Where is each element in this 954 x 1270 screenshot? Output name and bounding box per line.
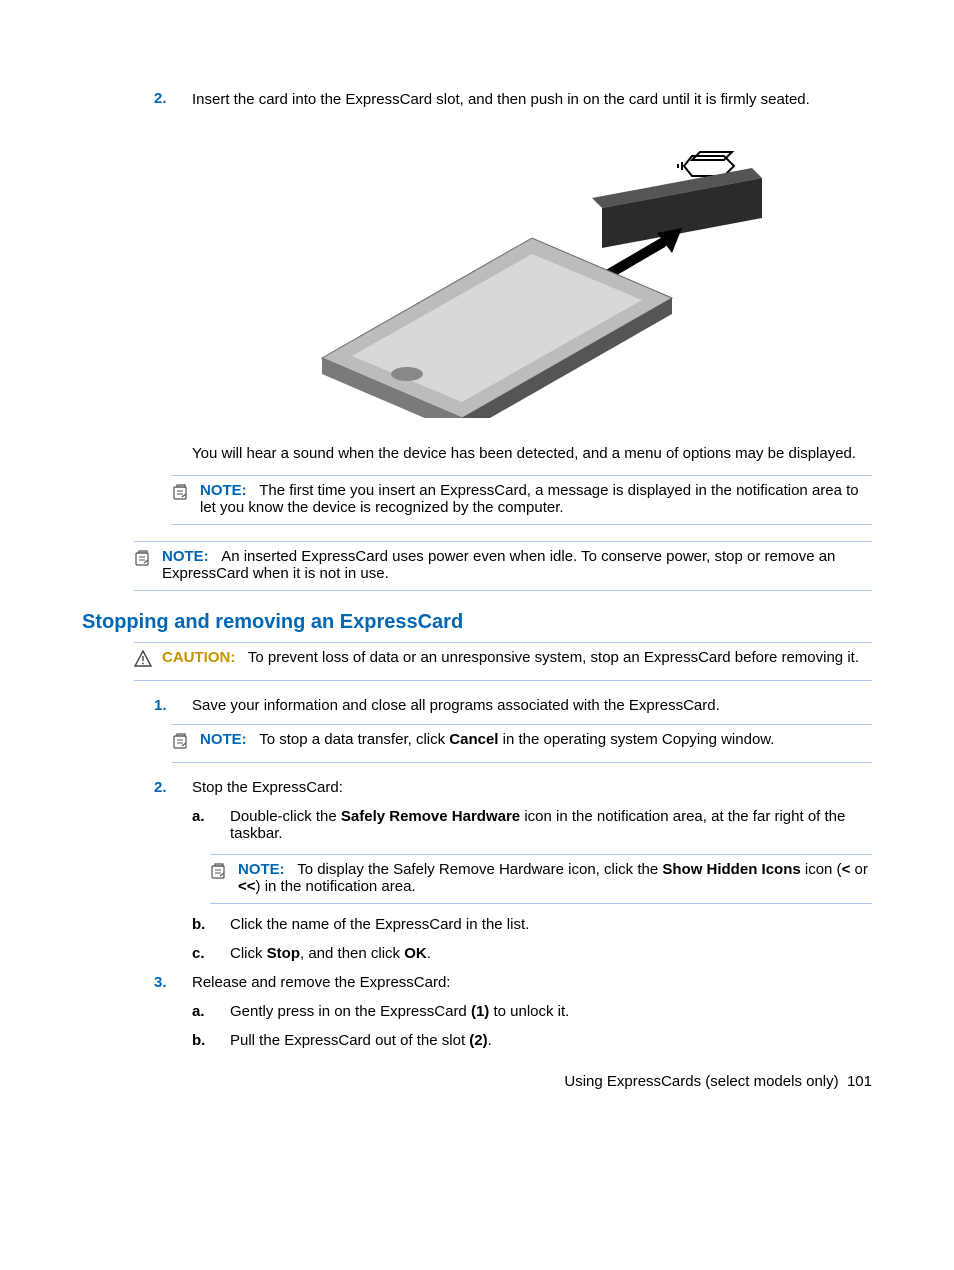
note-body: An inserted ExpressCard uses power even … <box>162 548 835 582</box>
caution-label: CAUTION: <box>162 649 235 666</box>
step-1: 1. Save your information and close all p… <box>154 697 872 714</box>
step-text: Save your information and close all prog… <box>192 697 720 714</box>
bold: (1) <box>471 1003 489 1020</box>
sound-detected-text: You will hear a sound when the device ha… <box>192 444 872 464</box>
section-heading: Stopping and removing an ExpressCard <box>82 611 872 634</box>
step-2a: a. Double-click the Safely Remove Hardwa… <box>192 808 872 842</box>
t: or <box>850 861 868 878</box>
t: Click <box>230 945 267 962</box>
t: icon ( <box>801 861 842 878</box>
note-icon <box>172 731 190 754</box>
step-2: 2. Insert the card into the ExpressCard … <box>154 90 872 120</box>
bold: (2) <box>469 1032 487 1049</box>
step-3: 3. Release and remove the ExpressCard: <box>154 974 872 991</box>
note-label: NOTE: <box>200 731 247 748</box>
sub-body: Pull the ExpressCard out of the slot (2)… <box>230 1032 872 1049</box>
sub-body: Click the name of the ExpressCard in the… <box>230 916 872 933</box>
sub-body: Click Stop, and then click OK. <box>230 945 872 962</box>
step-3a: a. Gently press in on the ExpressCard (1… <box>192 1003 872 1020</box>
sub-number: a. <box>192 808 230 842</box>
sub-number: b. <box>192 1032 230 1049</box>
caution-row: CAUTION: To prevent loss of data or an u… <box>134 642 872 681</box>
step-2-stop: 2. Stop the ExpressCard: <box>154 779 872 796</box>
step-body: Stop the ExpressCard: <box>192 779 872 796</box>
note-body: The first time you insert an ExpressCard… <box>200 482 859 516</box>
bold: Show Hidden Icons <box>662 861 800 878</box>
note-label: NOTE: <box>162 548 209 565</box>
sub-body: Gently press in on the ExpressCard (1) t… <box>230 1003 872 1020</box>
t: To display the Safely Remove Hardware ic… <box>297 861 662 878</box>
t: ) in the notification area. <box>256 878 416 895</box>
step-text: Stop the ExpressCard: <box>192 779 343 796</box>
note-label: NOTE: <box>200 482 247 499</box>
document-page: 2. Insert the card into the ExpressCard … <box>0 0 954 1150</box>
bold: OK <box>404 945 427 962</box>
bold: Stop <box>267 945 300 962</box>
sub-number: b. <box>192 916 230 933</box>
note-text: NOTE: The first time you insert an Expre… <box>200 482 872 516</box>
step-2c: c. Click Stop, and then click OK. <box>192 945 872 962</box>
note-text: NOTE: To stop a data transfer, click Can… <box>200 731 872 748</box>
step-number: 2. <box>154 779 192 796</box>
caution-text: CAUTION: To prevent loss of data or an u… <box>162 649 872 666</box>
step-2-text: Insert the card into the ExpressCard slo… <box>192 90 872 110</box>
step-3b: b. Pull the ExpressCard out of the slot … <box>192 1032 872 1049</box>
t: To stop a data transfer, click <box>259 731 449 748</box>
expresscard-insert-figure <box>192 138 872 422</box>
t: , and then click <box>300 945 404 962</box>
note-icon <box>172 482 190 505</box>
caution-icon <box>134 649 152 672</box>
footer-text: Using ExpressCards (select models only) <box>564 1073 838 1090</box>
note-icon <box>210 861 228 884</box>
step-text: Release and remove the ExpressCard: <box>192 974 872 991</box>
bold: Cancel <box>449 731 498 748</box>
step-body: Save your information and close all prog… <box>192 697 872 714</box>
note-show-hidden: NOTE: To display the Safely Remove Hardw… <box>210 854 872 904</box>
sub-number: a. <box>192 1003 230 1020</box>
page-footer: Using ExpressCards (select models only) … <box>564 1073 872 1090</box>
note-text: NOTE: To display the Safely Remove Hardw… <box>238 861 872 895</box>
note-first-time: NOTE: The first time you insert an Expre… <box>172 475 872 525</box>
note-cancel: NOTE: To stop a data transfer, click Can… <box>172 724 872 763</box>
note-text: NOTE: An inserted ExpressCard uses power… <box>162 548 872 582</box>
sub-body: Double-click the Safely Remove Hardware … <box>230 808 872 842</box>
step-text: Insert the card into the ExpressCard slo… <box>192 90 872 120</box>
bold: Safely Remove Hardware <box>341 808 520 825</box>
bold: < <box>842 861 851 878</box>
step-number: 3. <box>154 974 192 991</box>
t: Double-click the <box>230 808 341 825</box>
sub-number: c. <box>192 945 230 962</box>
t: in the operating system Copying window. <box>498 731 774 748</box>
t: Pull the ExpressCard out of the slot <box>230 1032 469 1049</box>
note-idle-power: NOTE: An inserted ExpressCard uses power… <box>134 541 872 591</box>
t: to unlock it. <box>489 1003 569 1020</box>
step-number: 1. <box>154 697 192 714</box>
t: . <box>427 945 431 962</box>
note-icon <box>134 548 152 571</box>
bold: << <box>238 878 256 895</box>
step-2b: b. Click the name of the ExpressCard in … <box>192 916 872 933</box>
step-number: 2. <box>154 90 192 120</box>
t: . <box>488 1032 492 1049</box>
t: Gently press in on the ExpressCard <box>230 1003 471 1020</box>
caution-body: To prevent loss of data or an unresponsi… <box>248 649 859 666</box>
note-label: NOTE: <box>238 861 285 878</box>
step-2-after-fig: You will hear a sound when the device ha… <box>192 444 872 464</box>
page-number: 101 <box>847 1073 872 1090</box>
